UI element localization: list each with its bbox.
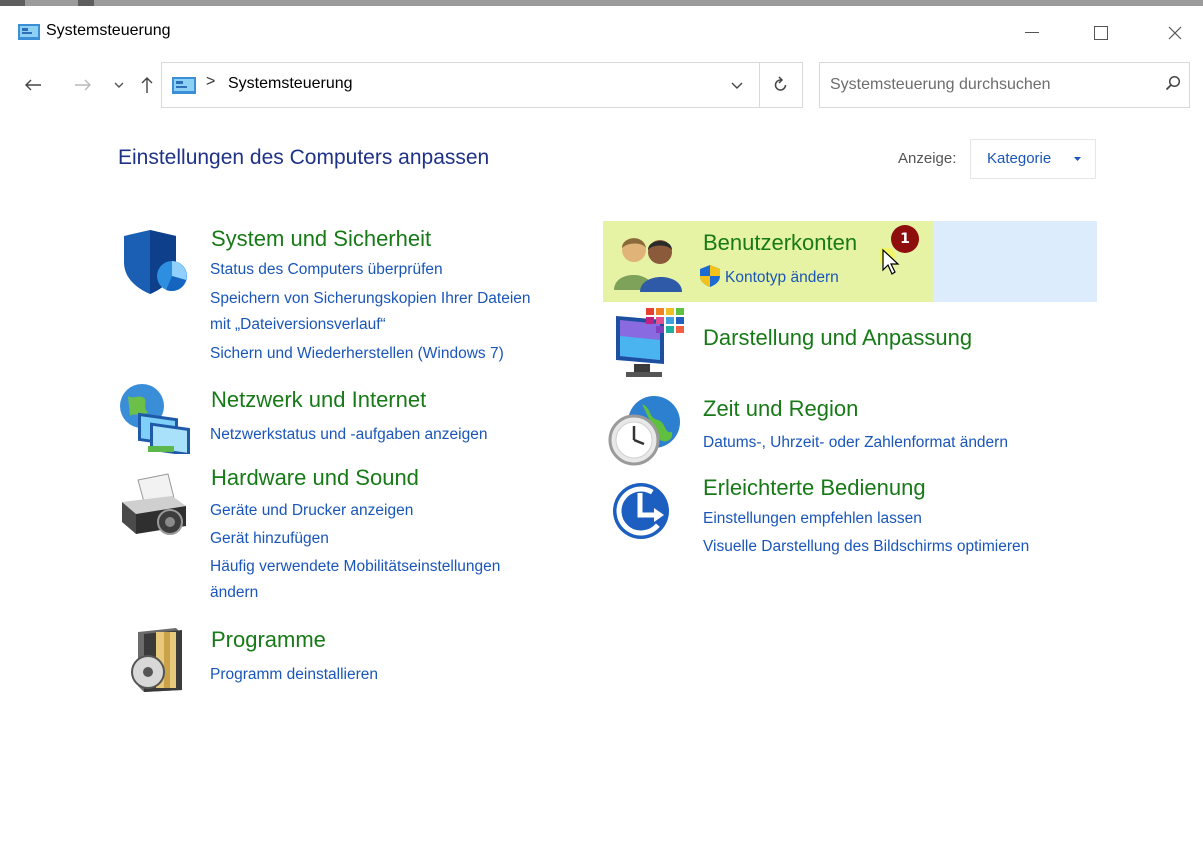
- link-save-backups-line2[interactable]: mit „Dateiversionsverlauf“: [210, 316, 386, 334]
- category-ease-of-access[interactable]: Erleichterte Bedienung: [703, 475, 926, 501]
- refresh-button[interactable]: [760, 63, 802, 107]
- forward-arrow-icon: [75, 79, 91, 91]
- link-optimize-display[interactable]: Visuelle Darstellung des Bildschirms opt…: [703, 538, 1029, 556]
- category-user-accounts[interactable]: Benutzerkonten: [703, 230, 857, 256]
- category-network-internet[interactable]: Netzwerk und Internet: [211, 387, 426, 413]
- forward-button[interactable]: [70, 68, 96, 102]
- control-panel-icon: [18, 24, 40, 40]
- shield-icon: [124, 230, 187, 294]
- category-clock-region[interactable]: Zeit und Region: [703, 396, 858, 422]
- caret-down-icon: [1074, 157, 1081, 161]
- link-mobility-settings-line2[interactable]: ändern: [210, 584, 258, 602]
- link-save-backups[interactable]: Speichern von Sicherungskopien Ihrer Dat…: [210, 290, 531, 308]
- monitor-colors-icon: [616, 308, 684, 377]
- link-date-time-format[interactable]: Datums-, Uhrzeit- oder Zahlenformat ände…: [703, 434, 1008, 452]
- breadcrumb-item[interactable]: Systemsteuerung: [228, 75, 353, 93]
- link-check-status[interactable]: Status des Computers überprüfen: [210, 261, 443, 279]
- refresh-icon: [774, 76, 787, 91]
- category-appearance[interactable]: Darstellung und Anpassung: [703, 325, 972, 351]
- taskbar-remnant-2: [78, 0, 94, 6]
- breadcrumb-separator: >: [206, 73, 216, 90]
- category-system-security[interactable]: System und Sicherheit: [211, 226, 431, 252]
- mouse-cursor-icon: [880, 248, 900, 275]
- programs-icon: [131, 628, 182, 692]
- view-label: Anzeige:: [898, 150, 957, 167]
- link-change-account-type[interactable]: Kontotyp ändern: [725, 269, 839, 287]
- view-by-dropdown[interactable]: Kategorie: [970, 139, 1096, 179]
- up-arrow-icon: [141, 77, 153, 93]
- minimize-button[interactable]: [1009, 14, 1055, 52]
- search-box[interactable]: [819, 62, 1190, 108]
- network-icon: [120, 384, 190, 454]
- address-dropdown-button[interactable]: [717, 63, 757, 107]
- up-button[interactable]: [136, 68, 158, 102]
- title-bar: Systemsteuerung: [0, 8, 1203, 56]
- chevron-down-icon: [114, 82, 124, 88]
- back-button[interactable]: [20, 68, 46, 102]
- search-icon[interactable]: [1165, 75, 1181, 91]
- recent-locations-button[interactable]: [110, 68, 128, 102]
- close-button[interactable]: [1152, 14, 1198, 52]
- control-panel-icon: [172, 77, 196, 94]
- search-input[interactable]: [830, 73, 1150, 97]
- window-top-border: [0, 0, 1203, 6]
- maximize-button[interactable]: [1078, 14, 1124, 52]
- link-mobility-settings[interactable]: Häufig verwendete Mobilitätseinstellunge…: [210, 558, 500, 576]
- link-network-status[interactable]: Netzwerkstatus und -aufgaben anzeigen: [210, 426, 487, 444]
- chevron-down-icon: [731, 82, 743, 89]
- address-bar[interactable]: > Systemsteuerung: [161, 62, 803, 108]
- page-title: Einstellungen des Computers anpassen: [118, 146, 490, 169]
- link-recommend-settings[interactable]: Einstellungen empfehlen lassen: [703, 510, 922, 528]
- view-by-value: Kategorie: [987, 150, 1052, 167]
- category-programs[interactable]: Programme: [211, 627, 326, 653]
- window-title: Systemsteuerung: [46, 22, 171, 39]
- link-devices-printers[interactable]: Geräte und Drucker anzeigen: [210, 502, 413, 520]
- clock-globe-icon: [608, 396, 680, 466]
- back-arrow-icon: [25, 79, 41, 91]
- link-add-device[interactable]: Gerät hinzufügen: [210, 530, 329, 548]
- category-hardware-sound[interactable]: Hardware und Sound: [211, 465, 419, 491]
- uac-shield-icon: [700, 265, 720, 287]
- taskbar-remnant: [0, 0, 25, 6]
- printer-icon: [122, 473, 186, 535]
- link-backup-restore[interactable]: Sichern und Wiederherstellen (Windows 7): [210, 345, 504, 363]
- accessibility-icon: [613, 483, 669, 539]
- maximize-icon: [1094, 26, 1108, 40]
- users-icon: [614, 238, 682, 292]
- minimize-icon: [1025, 32, 1039, 33]
- link-uninstall-program[interactable]: Programm deinstallieren: [210, 666, 378, 684]
- close-icon: [1168, 26, 1182, 40]
